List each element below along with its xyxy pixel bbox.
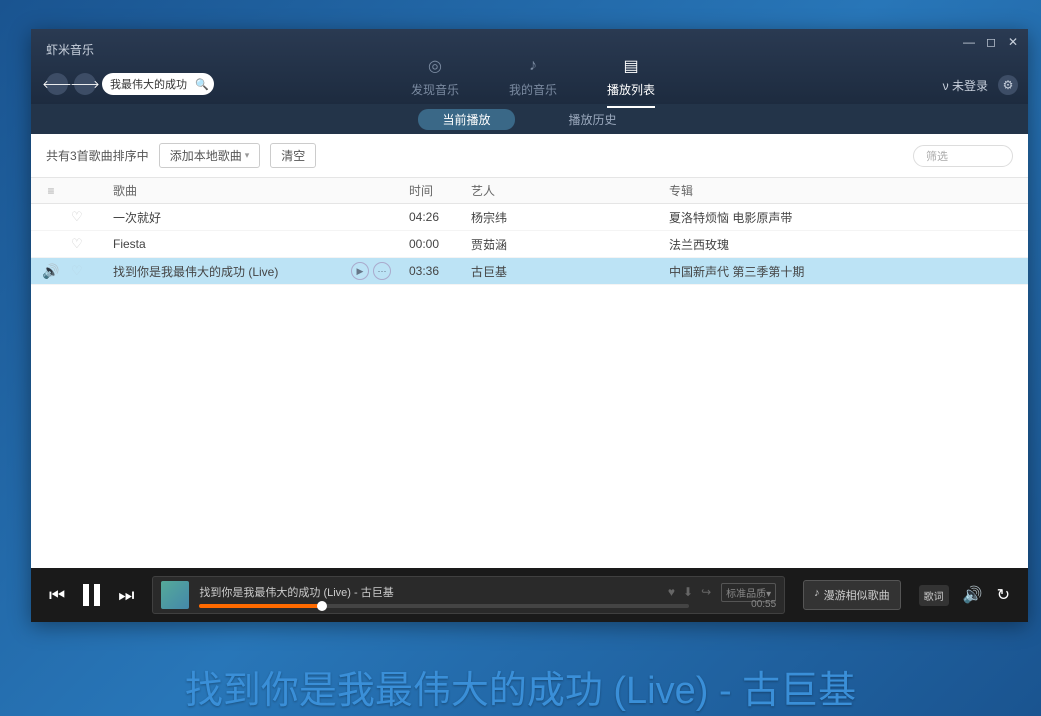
progress-fill — [199, 604, 322, 608]
close-button[interactable]: ✕ — [1006, 35, 1020, 49]
col-song[interactable]: 歌曲 — [101, 182, 409, 199]
table-row[interactable]: ♡ 一次就好 04:26 杨宗纬 夏洛特烦恼 电影原声带 — [31, 204, 1028, 231]
progress-bar[interactable] — [199, 604, 689, 608]
table-row[interactable]: 🔊 ♡ 找到你是我最伟大的成功 (Live) ▶ ⋯ 03:36 古巨基 中国新… — [31, 258, 1028, 285]
tab-playlist[interactable]: ▤ 播放列表 — [607, 55, 655, 108]
minimize-button[interactable]: — — [962, 35, 976, 49]
cell-time: 04:26 — [409, 210, 467, 224]
row-play-button[interactable]: ▶ — [351, 262, 369, 280]
speaker-icon: 🔊 — [42, 263, 59, 279]
maximize-button[interactable]: ◻ — [984, 35, 998, 49]
row-more-button[interactable]: ⋯ — [373, 262, 391, 280]
player-bar: ⏮ ⏭ 找到你是我最伟大的成功 (Live) - 古巨基 ♥ ⬇ ↪ 标准品质▾ — [31, 568, 1028, 622]
cell-song: 一次就好 — [101, 209, 409, 226]
progress-thumb[interactable] — [317, 601, 327, 611]
song-count-text: 共有3首歌曲排序中 — [46, 147, 149, 164]
volume-icon[interactable]: 🔊 — [963, 585, 983, 605]
back-button[interactable]: 🡐 — [46, 73, 68, 95]
toolbar: 共有3首歌曲排序中 添加本地歌曲▾ 清空 筛选 — [31, 134, 1028, 178]
heart-icon[interactable]: ♡ — [71, 209, 83, 224]
col-time[interactable]: 时间 — [409, 182, 467, 199]
gear-icon: ⚙ — [1003, 78, 1014, 92]
heart-icon[interactable]: ♡ — [71, 236, 83, 251]
tab-my-music[interactable]: ♪ 我的音乐 — [509, 55, 557, 108]
col-album[interactable]: 专辑 — [665, 182, 1028, 199]
table-body: ♡ 一次就好 04:26 杨宗纬 夏洛特烦恼 电影原声带 ♡ Fiesta 00… — [31, 204, 1028, 285]
app-title: 虾米音乐 — [46, 41, 94, 58]
now-playing-title: 找到你是我最伟大的成功 (Live) - 古巨基 — [199, 584, 393, 600]
table-header: ≡ 歌曲 时间 艺人 专辑 — [31, 178, 1028, 204]
search-box[interactable]: 🔍 — [102, 73, 214, 95]
lyrics-button[interactable]: 歌词 — [919, 585, 949, 606]
cell-artist: 贾茹涵 — [467, 236, 665, 253]
roam-button[interactable]: ♪漫游相似歌曲 — [803, 580, 901, 610]
note-icon: ♪ — [814, 587, 820, 603]
cell-song: Fiesta — [101, 237, 409, 251]
tab-discover[interactable]: ◎ 发现音乐 — [411, 55, 459, 108]
repeat-icon[interactable]: ↻ — [997, 585, 1010, 605]
col-index[interactable]: ≡ — [31, 184, 71, 198]
login-button[interactable]: ν 未登录 — [943, 77, 988, 94]
clear-button[interactable]: 清空 — [270, 143, 316, 168]
cell-song: 找到你是我最伟大的成功 (Live) ▶ ⋯ — [101, 262, 409, 280]
col-artist[interactable]: 艺人 — [467, 182, 665, 199]
filter-input[interactable]: 筛选 — [913, 145, 1013, 167]
now-playing: 找到你是我最伟大的成功 (Live) - 古巨基 ♥ ⬇ ↪ 标准品质▾ 00:… — [152, 576, 785, 614]
cell-artist: 杨宗纬 — [467, 209, 665, 226]
heart-icon[interactable]: ♡ — [71, 263, 83, 278]
search-icon[interactable]: 🔍 — [195, 78, 209, 91]
cell-time: 03:36 — [409, 264, 467, 278]
fav-icon[interactable]: ♥ — [668, 585, 675, 599]
titlebar: 虾米音乐 — ◻ ✕ 🡐 🡒 🔍 ◎ 发现音乐 ♪ 我的音乐 ▤ — [31, 29, 1028, 104]
share-icon[interactable]: ↪ — [701, 585, 711, 599]
app-window: 虾米音乐 — ◻ ✕ 🡐 🡒 🔍 ◎ 发现音乐 ♪ 我的音乐 ▤ — [31, 29, 1028, 622]
desktop-lyrics[interactable]: 找到你是我最伟大的成功 (Live) - 古巨基 — [0, 659, 1041, 714]
sub-tabbar: 当前播放 播放历史 — [31, 104, 1028, 134]
cell-album: 夏洛特烦恼 电影原声带 — [665, 209, 1028, 226]
next-button[interactable]: ⏭ — [118, 585, 134, 606]
center-tabs: ◎ 发现音乐 ♪ 我的音乐 ▤ 播放列表 — [411, 55, 655, 108]
subtab-current[interactable]: 当前播放 — [418, 109, 514, 130]
music-icon: ♪ — [522, 55, 544, 77]
pause-button[interactable] — [83, 584, 100, 606]
settings-button[interactable]: ⚙ — [998, 75, 1018, 95]
table-row[interactable]: ♡ Fiesta 00:00 贾茹涵 法兰西玫瑰 — [31, 231, 1028, 258]
chevron-down-icon: ▾ — [245, 150, 250, 161]
download-icon[interactable]: ⬇ — [683, 585, 693, 599]
cell-time: 00:00 — [409, 237, 467, 251]
window-controls: — ◻ ✕ — [962, 35, 1020, 49]
cell-album: 中国新声代 第三季第十期 — [665, 263, 1028, 280]
prev-button[interactable]: ⏮ — [49, 585, 65, 606]
cell-album: 法兰西玫瑰 — [665, 236, 1028, 253]
cell-artist: 古巨基 — [467, 263, 665, 280]
add-local-button[interactable]: 添加本地歌曲▾ — [159, 143, 261, 168]
forward-button[interactable]: 🡒 — [74, 73, 96, 95]
nav-row: 🡐 🡒 🔍 — [46, 73, 214, 95]
elapsed-time: 00:55 — [751, 599, 776, 610]
player-right-icons: 歌词 🔊 ↻ — [919, 585, 1010, 606]
right-controls: ν 未登录 ⚙ — [943, 75, 1018, 95]
compass-icon: ◎ — [424, 55, 446, 77]
list-icon: ▤ — [620, 55, 642, 77]
album-art[interactable] — [161, 581, 189, 609]
search-input[interactable] — [110, 78, 195, 90]
subtab-history[interactable]: 播放历史 — [545, 109, 641, 130]
play-controls: ⏮ ⏭ — [49, 584, 134, 606]
